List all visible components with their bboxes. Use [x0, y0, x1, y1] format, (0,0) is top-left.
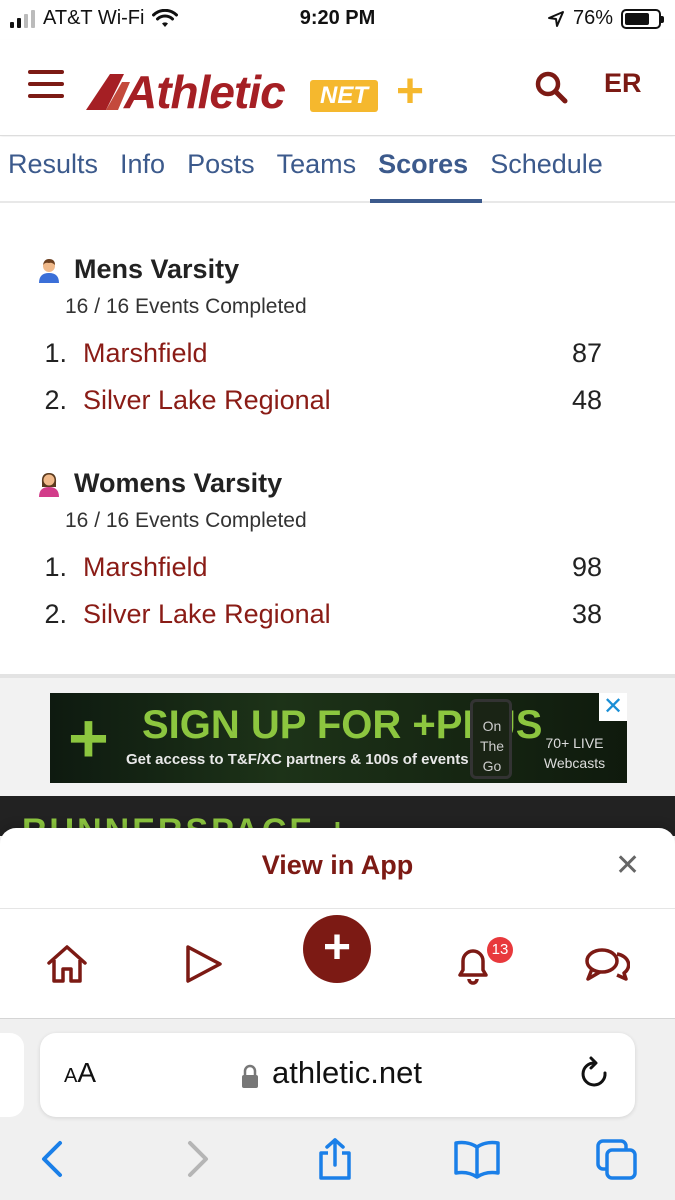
plus-signup-ad[interactable]: + SIGN UP FOR +PLUS Get access to T&F/XC…	[50, 693, 627, 783]
score-row: 1. Marshfield 98	[0, 552, 675, 592]
home-icon[interactable]	[44, 941, 90, 987]
plus-icon: +	[322, 921, 352, 974]
search-icon[interactable]	[534, 70, 568, 104]
view-in-app-banner: View in App ✕	[0, 828, 675, 908]
team-scores: Mens Varsity 16 / 16 Events Completed 1.…	[0, 204, 675, 674]
tab-teams[interactable]: Teams	[269, 137, 371, 203]
tab-scores[interactable]: Scores	[370, 137, 483, 203]
score-row: 2. Silver Lake Regional 38	[0, 599, 675, 639]
battery-level-fill	[625, 12, 650, 25]
team-link[interactable]: Marshfield	[83, 338, 208, 369]
division-title: Womens Varsity	[74, 468, 283, 498]
rank: 2.	[44, 385, 67, 415]
tab-schedule[interactable]: Schedule	[482, 137, 617, 203]
woman-icon	[39, 472, 59, 497]
ad-subline: Get access to T&F/XC partners & 100s of …	[126, 751, 474, 768]
location-arrow-icon	[547, 10, 564, 27]
ad-phone-text: On The Go	[479, 718, 505, 774]
language-toggle[interactable]: ER	[604, 68, 642, 99]
mens-varsity-heading: Mens Varsity	[36, 254, 239, 285]
team-points: 98	[571, 552, 602, 582]
ad-area: + SIGN UP FOR +PLUS Get access to T&F/XC…	[0, 678, 675, 796]
battery-percent: 76%	[572, 7, 613, 29]
notification-badge: 13	[487, 937, 513, 963]
score-row: 2. Silver Lake Regional 48	[0, 385, 675, 425]
logo-plus-mark: +	[396, 65, 425, 118]
rank: 1.	[44, 338, 67, 368]
safari-chrome: AA athletic.net	[0, 1018, 675, 1200]
add-button[interactable]: +	[303, 915, 371, 983]
rank: 1.	[44, 552, 67, 582]
ad-close-icon[interactable]: ✕	[599, 693, 627, 721]
bookmarks-icon[interactable]	[452, 1137, 502, 1181]
status-right: 76%	[547, 7, 664, 30]
url-text[interactable]: athletic.net	[272, 1055, 422, 1091]
messages-icon[interactable]	[584, 941, 630, 987]
tab-results[interactable]: Results	[0, 137, 112, 203]
close-icon[interactable]: ✕	[615, 848, 640, 883]
site-header: Athletic NET + ER	[0, 40, 675, 136]
status-bar: AT&T Wi-Fi 9:20 PM 76%	[0, 0, 675, 40]
division-title: Mens Varsity	[74, 254, 240, 284]
reader-options-button[interactable]: AA	[64, 1057, 96, 1089]
team-points: 38	[571, 599, 602, 629]
team-link[interactable]: Marshfield	[83, 552, 208, 583]
tab-info[interactable]: Info	[112, 137, 179, 203]
team-points: 48	[571, 385, 602, 415]
address-bar[interactable]: AA athletic.net	[40, 1033, 635, 1117]
events-completed: 16 / 16 Events Completed	[65, 509, 307, 532]
back-icon[interactable]	[32, 1137, 74, 1181]
play-icon[interactable]	[180, 941, 226, 987]
team-link[interactable]: Silver Lake Regional	[83, 599, 331, 630]
share-icon[interactable]	[314, 1137, 356, 1181]
tabs-icon[interactable]	[594, 1137, 640, 1181]
lock-icon	[242, 1064, 258, 1088]
previous-tab-peek[interactable]	[0, 1033, 24, 1117]
ad-plus-mark: +	[68, 699, 109, 777]
logo-wordmark: Athletic	[124, 66, 286, 118]
womens-varsity-heading: Womens Varsity	[36, 468, 282, 499]
app-bottom-nav: + 13	[0, 908, 675, 1018]
tab-posts[interactable]: Posts	[179, 137, 269, 203]
reload-icon[interactable]	[578, 1055, 612, 1093]
menu-icon[interactable]	[28, 70, 64, 98]
team-points: 87	[571, 338, 602, 368]
ad-webcasts: 70+ LIVE Webcasts	[543, 735, 606, 771]
athleticnet-logo[interactable]: Athletic NET +	[86, 62, 448, 122]
forward-icon[interactable]	[176, 1137, 218, 1181]
view-in-app-button[interactable]: View in App	[0, 850, 675, 881]
phone-graphic: On The Go	[470, 699, 512, 779]
rank: 2.	[44, 599, 67, 629]
meet-tabs: Results Info Posts Teams Scores Schedule	[0, 137, 675, 203]
logo-net-badge: NET	[310, 80, 378, 112]
battery-icon	[621, 8, 664, 29]
events-completed: 16 / 16 Events Completed	[65, 295, 307, 318]
man-icon	[39, 258, 59, 283]
team-link[interactable]: Silver Lake Regional	[83, 385, 331, 416]
score-row: 1. Marshfield 87	[0, 338, 675, 378]
